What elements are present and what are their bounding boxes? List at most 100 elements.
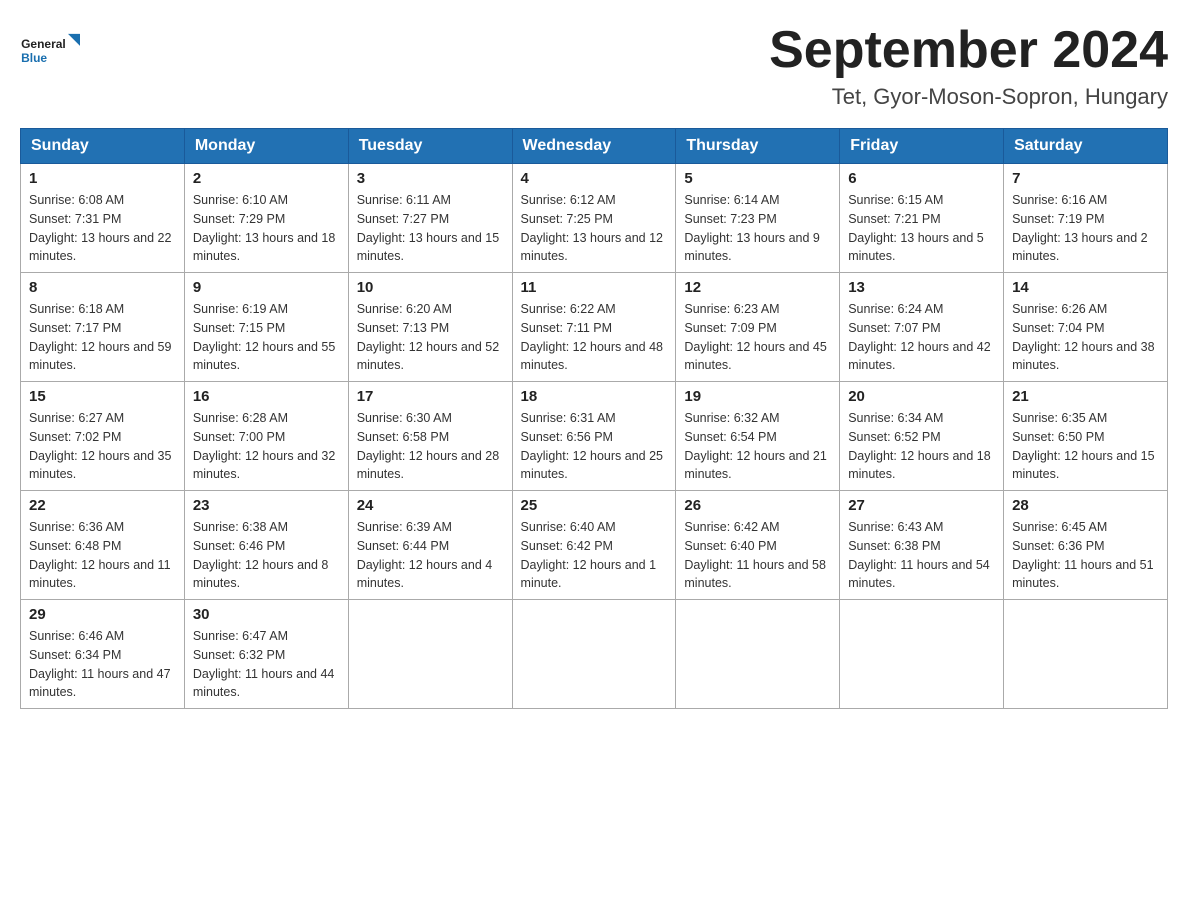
calendar-cell	[1004, 600, 1168, 709]
weekday-header-friday: Friday	[840, 129, 1004, 164]
day-number: 4	[521, 170, 668, 187]
page-title: September 2024	[769, 20, 1168, 80]
calendar-cell	[512, 600, 676, 709]
day-number: 23	[193, 497, 340, 514]
day-number: 30	[193, 606, 340, 623]
calendar-cell	[676, 600, 840, 709]
day-info: Sunrise: 6:11 AMSunset: 7:27 PMDaylight:…	[357, 191, 504, 266]
weekday-header-tuesday: Tuesday	[348, 129, 512, 164]
day-number: 7	[1012, 170, 1159, 187]
calendar-cell: 30 Sunrise: 6:47 AMSunset: 6:32 PMDayligh…	[184, 600, 348, 709]
day-number: 21	[1012, 388, 1159, 405]
day-number: 1	[29, 170, 176, 187]
week-row-3: 15 Sunrise: 6:27 AMSunset: 7:02 PMDayligh…	[21, 382, 1168, 491]
calendar-cell: 28Sunrise: 6:45 AMSunset: 6:36 PMDayligh…	[1004, 491, 1168, 600]
calendar-cell: 27 Sunrise: 6:43 AMSunset: 6:38 PMDayligh…	[840, 491, 1004, 600]
day-info: Sunrise: 6:08 AMSunset: 7:31 PMDaylight:…	[29, 191, 176, 266]
day-number: 18	[521, 388, 668, 405]
calendar-cell: 21 Sunrise: 6:35 AMSunset: 6:50 PMDayligh…	[1004, 382, 1168, 491]
day-info: Sunrise: 6:27 AMSunset: 7:02 PMDaylight:…	[29, 409, 176, 484]
day-info: Sunrise: 6:24 AMSunset: 7:07 PMDaylight:…	[848, 300, 995, 375]
calendar-cell: 4 Sunrise: 6:12 AMSunset: 7:25 PMDaylight…	[512, 164, 676, 273]
day-number: 8	[29, 279, 176, 296]
day-number: 19	[684, 388, 831, 405]
calendar-cell: 13 Sunrise: 6:24 AMSunset: 7:07 PMDayligh…	[840, 273, 1004, 382]
calendar-cell: 16Sunrise: 6:28 AMSunset: 7:00 PMDayligh…	[184, 382, 348, 491]
calendar-cell: 6 Sunrise: 6:15 AMSunset: 7:21 PMDaylight…	[840, 164, 1004, 273]
day-info: Sunrise: 6:22 AMSunset: 7:11 PMDaylight:…	[521, 300, 668, 375]
day-number: 11	[521, 279, 668, 296]
calendar-cell: 26Sunrise: 6:42 AMSunset: 6:40 PMDayligh…	[676, 491, 840, 600]
day-number: 22	[29, 497, 176, 514]
day-number: 25	[521, 497, 668, 514]
day-info: Sunrise: 6:15 AMSunset: 7:21 PMDaylight:…	[848, 191, 995, 266]
day-info: Sunrise: 6:20 AMSunset: 7:13 PMDaylight:…	[357, 300, 504, 375]
day-number: 15	[29, 388, 176, 405]
calendar-cell: 2 Sunrise: 6:10 AMSunset: 7:29 PMDaylight…	[184, 164, 348, 273]
day-info: Sunrise: 6:45 AMSunset: 6:36 PMDaylight:…	[1012, 518, 1159, 593]
calendar-cell: 14 Sunrise: 6:26 AMSunset: 7:04 PMDayligh…	[1004, 273, 1168, 382]
day-number: 17	[357, 388, 504, 405]
day-number: 3	[357, 170, 504, 187]
day-number: 27	[848, 497, 995, 514]
day-info: Sunrise: 6:47 AMSunset: 6:32 PMDaylight:…	[193, 627, 340, 702]
day-number: 16	[193, 388, 340, 405]
day-number: 6	[848, 170, 995, 187]
logo: General Blue	[20, 20, 80, 75]
week-row-1: 1 Sunrise: 6:08 AMSunset: 7:31 PMDaylight…	[21, 164, 1168, 273]
day-info: Sunrise: 6:23 AMSunset: 7:09 PMDaylight:…	[684, 300, 831, 375]
day-info: Sunrise: 6:34 AMSunset: 6:52 PMDaylight:…	[848, 409, 995, 484]
day-number: 10	[357, 279, 504, 296]
calendar-cell: 7Sunrise: 6:16 AMSunset: 7:19 PMDaylight…	[1004, 164, 1168, 273]
page-location: Tet, Gyor-Moson-Sopron, Hungary	[769, 84, 1168, 110]
day-info: Sunrise: 6:40 AMSunset: 6:42 PMDaylight:…	[521, 518, 668, 593]
day-info: Sunrise: 6:26 AMSunset: 7:04 PMDaylight:…	[1012, 300, 1159, 375]
weekday-header-row: SundayMondayTuesdayWednesdayThursdayFrid…	[21, 129, 1168, 164]
page-header: General Blue September 2024 Tet, Gyor-Mo…	[20, 20, 1168, 110]
calendar-cell: 5Sunrise: 6:14 AMSunset: 7:23 PMDaylight…	[676, 164, 840, 273]
week-row-4: 22 Sunrise: 6:36 AMSunset: 6:48 PMDayligh…	[21, 491, 1168, 600]
day-number: 14	[1012, 279, 1159, 296]
day-info: Sunrise: 6:19 AMSunset: 7:15 PMDaylight:…	[193, 300, 340, 375]
calendar-cell: 12 Sunrise: 6:23 AMSunset: 7:09 PMDayligh…	[676, 273, 840, 382]
calendar-cell: 18Sunrise: 6:31 AMSunset: 6:56 PMDayligh…	[512, 382, 676, 491]
weekday-header-wednesday: Wednesday	[512, 129, 676, 164]
day-info: Sunrise: 6:10 AMSunset: 7:29 PMDaylight:…	[193, 191, 340, 266]
day-number: 12	[684, 279, 831, 296]
day-number: 20	[848, 388, 995, 405]
day-number: 2	[193, 170, 340, 187]
logo-icon: General Blue	[20, 20, 80, 75]
day-info: Sunrise: 6:46 AMSunset: 6:34 PMDaylight:…	[29, 627, 176, 702]
calendar-cell: 22 Sunrise: 6:36 AMSunset: 6:48 PMDayligh…	[21, 491, 185, 600]
day-number: 9	[193, 279, 340, 296]
week-row-2: 8Sunrise: 6:18 AMSunset: 7:17 PMDaylight…	[21, 273, 1168, 382]
weekday-header-monday: Monday	[184, 129, 348, 164]
day-info: Sunrise: 6:39 AMSunset: 6:44 PMDaylight:…	[357, 518, 504, 593]
calendar-cell	[348, 600, 512, 709]
day-info: Sunrise: 6:35 AMSunset: 6:50 PMDaylight:…	[1012, 409, 1159, 484]
day-number: 5	[684, 170, 831, 187]
day-info: Sunrise: 6:36 AMSunset: 6:48 PMDaylight:…	[29, 518, 176, 593]
svg-text:General: General	[21, 37, 66, 51]
calendar-cell: 29 Sunrise: 6:46 AMSunset: 6:34 PMDayligh…	[21, 600, 185, 709]
day-number: 13	[848, 279, 995, 296]
calendar-cell: 17 Sunrise: 6:30 AMSunset: 6:58 PMDayligh…	[348, 382, 512, 491]
calendar-cell: 1 Sunrise: 6:08 AMSunset: 7:31 PMDaylight…	[21, 164, 185, 273]
svg-text:Blue: Blue	[21, 51, 47, 65]
weekday-header-sunday: Sunday	[21, 129, 185, 164]
calendar-cell: 25 Sunrise: 6:40 AMSunset: 6:42 PMDayligh…	[512, 491, 676, 600]
day-number: 29	[29, 606, 176, 623]
calendar-cell: 24Sunrise: 6:39 AMSunset: 6:44 PMDayligh…	[348, 491, 512, 600]
calendar-cell: 19 Sunrise: 6:32 AMSunset: 6:54 PMDayligh…	[676, 382, 840, 491]
day-info: Sunrise: 6:38 AMSunset: 6:46 PMDaylight:…	[193, 518, 340, 593]
calendar-cell: 23 Sunrise: 6:38 AMSunset: 6:46 PMDayligh…	[184, 491, 348, 600]
weekday-header-saturday: Saturday	[1004, 129, 1168, 164]
day-info: Sunrise: 6:43 AMSunset: 6:38 PMDaylight:…	[848, 518, 995, 593]
week-row-5: 29 Sunrise: 6:46 AMSunset: 6:34 PMDayligh…	[21, 600, 1168, 709]
day-info: Sunrise: 6:30 AMSunset: 6:58 PMDaylight:…	[357, 409, 504, 484]
weekday-header-thursday: Thursday	[676, 129, 840, 164]
title-block: September 2024 Tet, Gyor-Moson-Sopron, H…	[769, 20, 1168, 110]
calendar-cell: 11 Sunrise: 6:22 AMSunset: 7:11 PMDayligh…	[512, 273, 676, 382]
day-info: Sunrise: 6:32 AMSunset: 6:54 PMDaylight:…	[684, 409, 831, 484]
day-info: Sunrise: 6:12 AMSunset: 7:25 PMDaylight:…	[521, 191, 668, 266]
